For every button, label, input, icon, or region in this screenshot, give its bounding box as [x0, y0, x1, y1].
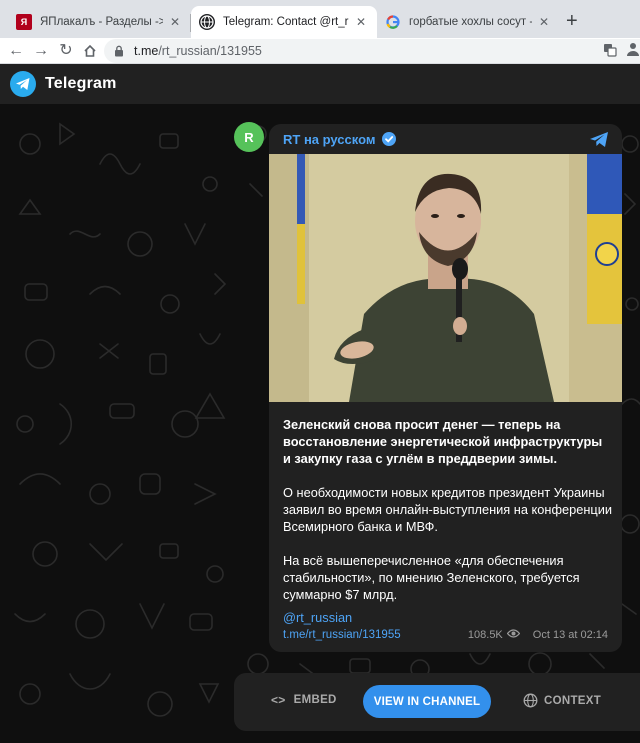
close-tab-icon[interactable]: ✕	[353, 15, 369, 29]
url-host: t.me	[134, 44, 159, 58]
telegram-share-icon[interactable]	[589, 131, 609, 153]
telegram-logo-icon[interactable]	[10, 71, 36, 97]
browser-tab-yaplakal[interactable]: Я ЯПлакалъ - Разделы -> Цитиру ✕	[8, 6, 191, 38]
globe-favicon-icon	[199, 14, 215, 30]
view-in-channel-button[interactable]: VIEW IN CHANNEL	[363, 685, 491, 718]
translate-icon[interactable]	[603, 43, 617, 60]
channel-mention-link[interactable]: @rt_russian	[283, 610, 352, 625]
post-link[interactable]: t.me/rt_russian/131955	[283, 629, 401, 641]
message-card: RT на русском Зеленский снова просит ден…	[269, 124, 622, 652]
globe-icon	[523, 693, 538, 708]
address-bar[interactable]: t.me/rt_russian/131955	[104, 39, 640, 63]
close-tab-icon[interactable]: ✕	[167, 15, 183, 29]
reload-icon[interactable]: ↻	[56, 41, 76, 61]
photo-illustration	[269, 154, 622, 402]
embed-label: EMBED	[293, 694, 337, 706]
message-header: RT на русском	[269, 124, 622, 154]
post-action-bar: <> EMBED VIEW IN CHANNEL CONTEXT	[234, 673, 640, 731]
browser-toolbar: ← → ↻ t.me/rt_russian/131955	[0, 38, 640, 64]
embed-button[interactable]: <> EMBED	[271, 693, 337, 707]
view-count: 108.5K	[467, 629, 503, 641]
tab-title: ЯПлакалъ - Разделы -> Цитиру	[40, 16, 163, 28]
channel-name[interactable]: RT на русском	[283, 132, 376, 147]
code-brackets-icon: <>	[271, 693, 286, 707]
app-title: Telegram	[45, 75, 117, 92]
new-tab-icon[interactable]: +	[566, 11, 578, 31]
message-text: Зеленский снова просит денег — теперь на…	[283, 416, 613, 620]
google-favicon-icon	[385, 14, 401, 30]
back-arrow-icon[interactable]: ←	[6, 41, 26, 61]
browser-tab-strip: Я ЯПлакалъ - Разделы -> Цитиру ✕ Telegra…	[0, 0, 640, 38]
url-path: /rt_russian/131955	[158, 44, 262, 58]
context-button[interactable]: CONTEXT	[523, 693, 601, 708]
message-meta: 108.5K Oct 13 at 02:14	[468, 629, 608, 641]
home-icon[interactable]	[80, 41, 100, 61]
forward-arrow-icon[interactable]: →	[31, 41, 51, 61]
browser-tab-google[interactable]: горбатые хохлы сосут - Поиск в ✕	[377, 6, 560, 38]
browser-tab-telegram[interactable]: Telegram: Contact @rt_russian ✕	[191, 6, 377, 38]
message-paragraph: О необходимости новых кредитов президент…	[283, 485, 613, 534]
message-paragraph: На всё вышеперечисленное «для обеспечени…	[283, 553, 580, 602]
telegram-header: Telegram	[0, 64, 640, 104]
yaplakal-favicon-icon: Я	[16, 14, 32, 30]
post-date: Oct 13 at 02:14	[532, 629, 608, 641]
channel-avatar[interactable]: R	[234, 122, 264, 152]
tab-title: горбатые хохлы сосут - Поиск в	[409, 16, 532, 28]
close-tab-icon[interactable]: ✕	[536, 15, 552, 29]
context-label: CONTEXT	[544, 694, 602, 707]
message-paragraph-lead: Зеленский снова просит денег — теперь на…	[283, 417, 603, 466]
verified-badge-icon	[381, 132, 396, 146]
eye-icon	[506, 629, 521, 641]
post-photo[interactable]	[269, 154, 622, 402]
profile-icon[interactable]	[627, 42, 639, 59]
tab-title: Telegram: Contact @rt_russian	[223, 16, 349, 28]
lock-icon	[114, 45, 126, 57]
